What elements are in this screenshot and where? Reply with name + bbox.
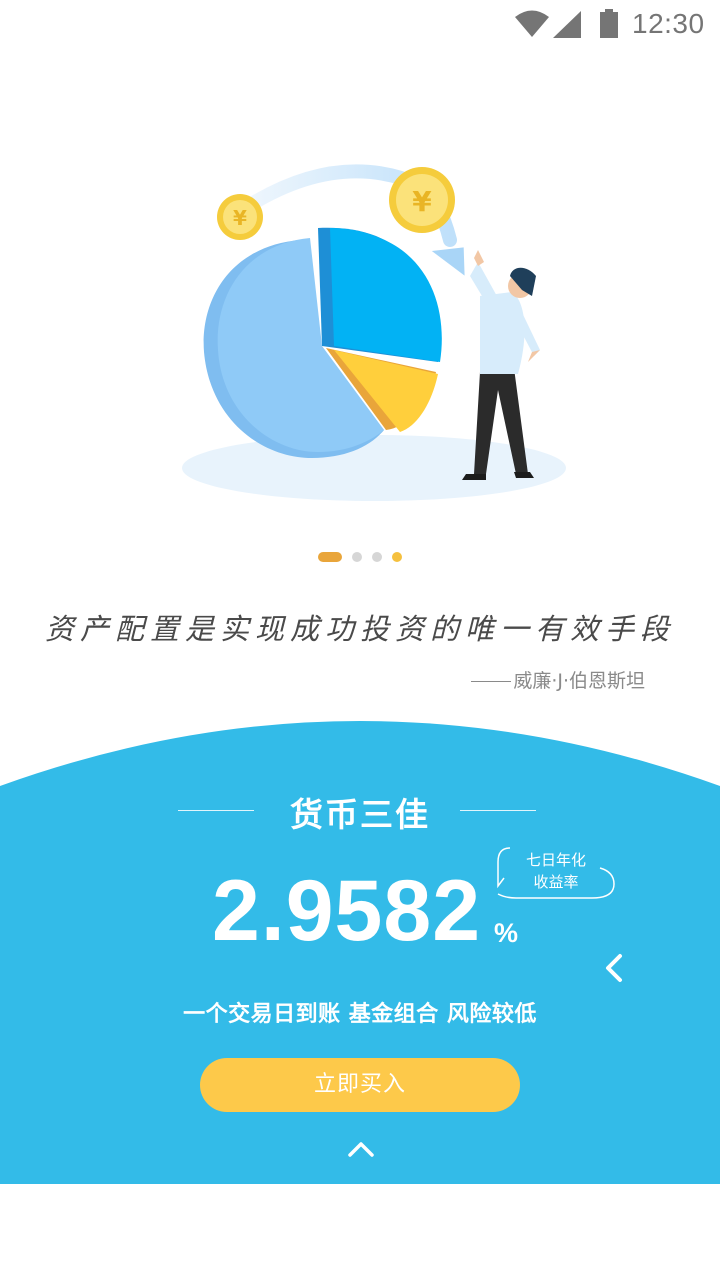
title-divider-right <box>460 810 536 811</box>
chevron-up-icon[interactable] <box>344 1136 378 1162</box>
author-dash <box>471 681 512 682</box>
quote-text: 资产配置是实现成功投资的唯一有效手段 <box>44 612 675 646</box>
coin-small-icon: ¥ <box>217 194 263 240</box>
yield-label: 七日年化 收益率 <box>508 849 604 893</box>
ground-shadow <box>182 435 566 501</box>
screen: 12:30 ¥ ¥ 资产配置是实现成功投资的唯一有效手段 威廉·J·伯恩斯坦 货… <box>0 0 720 1280</box>
product-name: 货币三佳 <box>290 795 430 834</box>
product-panel: 货币三佳 2.9582 % 七日年化 收益率 一个交易日到账 基金组合 风险较低… <box>0 720 720 1184</box>
yield-label-line2: 收益率 <box>533 873 579 891</box>
pie-chart-illustration <box>203 227 442 458</box>
pager-dot-active[interactable] <box>318 552 342 562</box>
product-features: 一个交易日到账 基金组合 风险较低 <box>183 1002 537 1027</box>
status-bar: 12:30 <box>0 0 720 50</box>
battery-icon <box>600 9 618 38</box>
pager-dot[interactable] <box>392 552 402 562</box>
yield-value: 2.9582 <box>212 863 482 959</box>
yield-unit: % <box>494 918 519 948</box>
quote-author: 威廉·J·伯恩斯坦 <box>471 666 645 693</box>
yield-label-bubble: 七日年化 收益率 <box>496 846 616 902</box>
pager-dot[interactable] <box>372 552 382 562</box>
yield-label-line1: 七日年化 <box>525 851 586 869</box>
hero-illustration: ¥ ¥ <box>182 164 566 501</box>
svg-text:¥: ¥ <box>233 206 247 230</box>
buy-now-button[interactable]: 立即买入 <box>200 1058 520 1112</box>
signal-icon <box>553 11 581 38</box>
chevron-left-icon[interactable] <box>598 948 632 988</box>
product-title-row: 货币三佳 <box>0 788 720 834</box>
pager-dot[interactable] <box>352 552 362 562</box>
svg-text:¥: ¥ <box>412 185 432 218</box>
quote-author-name: 威廉·J·伯恩斯坦 <box>513 670 645 692</box>
wifi-icon <box>515 10 549 37</box>
status-time: 12:30 <box>632 8 705 39</box>
coin-large-icon: ¥ <box>389 167 455 233</box>
